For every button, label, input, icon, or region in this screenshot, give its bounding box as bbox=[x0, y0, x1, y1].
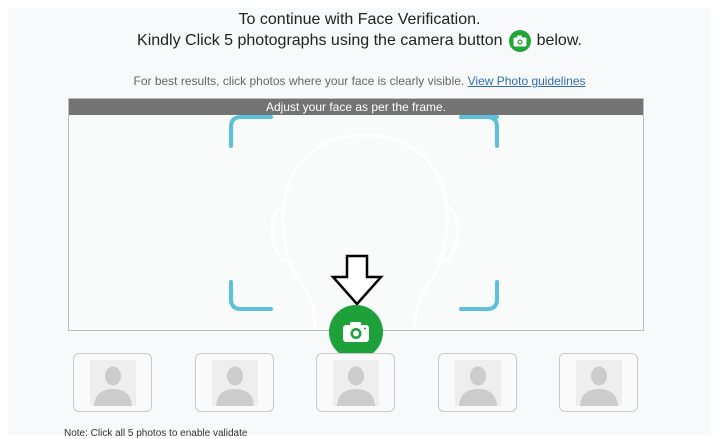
photo-slot-1[interactable] bbox=[73, 353, 152, 412]
user-placeholder-icon bbox=[332, 359, 379, 406]
view-photo-guidelines-link[interactable]: View Photo guidelines bbox=[468, 74, 586, 88]
user-placeholder-icon bbox=[211, 359, 258, 406]
instruction-line-2-end: below. bbox=[536, 32, 582, 49]
instruction-line-2-start: Kindly Click 5 photographs using the cam… bbox=[137, 32, 503, 49]
face-outline-guide bbox=[270, 133, 460, 330]
photo-slot-5[interactable] bbox=[559, 353, 638, 412]
photo-slot-3[interactable] bbox=[316, 353, 395, 412]
camera-viewport: Adjust your face as per the frame. bbox=[68, 98, 644, 331]
instruction-line-1: To continue with Face Verification. bbox=[238, 11, 481, 28]
down-arrow-icon bbox=[330, 254, 384, 306]
validation-note: Note: Click all 5 photos to enable valid… bbox=[64, 428, 248, 439]
camera-icon bbox=[342, 321, 370, 343]
capture-photo-button[interactable] bbox=[329, 305, 383, 359]
photo-slot-2[interactable] bbox=[195, 353, 274, 412]
photo-slot-4[interactable] bbox=[438, 353, 517, 412]
photo-tip: For best results, click photos where you… bbox=[0, 74, 719, 88]
photo-tip-text: For best results, click photos where you… bbox=[133, 74, 465, 88]
camera-icon bbox=[508, 30, 531, 52]
user-placeholder-icon bbox=[454, 359, 501, 406]
face-guide-overlay bbox=[229, 115, 499, 330]
user-placeholder-icon bbox=[575, 359, 622, 406]
instructions-header: To continue with Face Verification. Kind… bbox=[0, 10, 719, 52]
user-placeholder-icon bbox=[89, 359, 136, 406]
photo-thumbnails bbox=[73, 353, 639, 413]
instruction-line-2: Kindly Click 5 photographs using the cam… bbox=[137, 30, 582, 52]
